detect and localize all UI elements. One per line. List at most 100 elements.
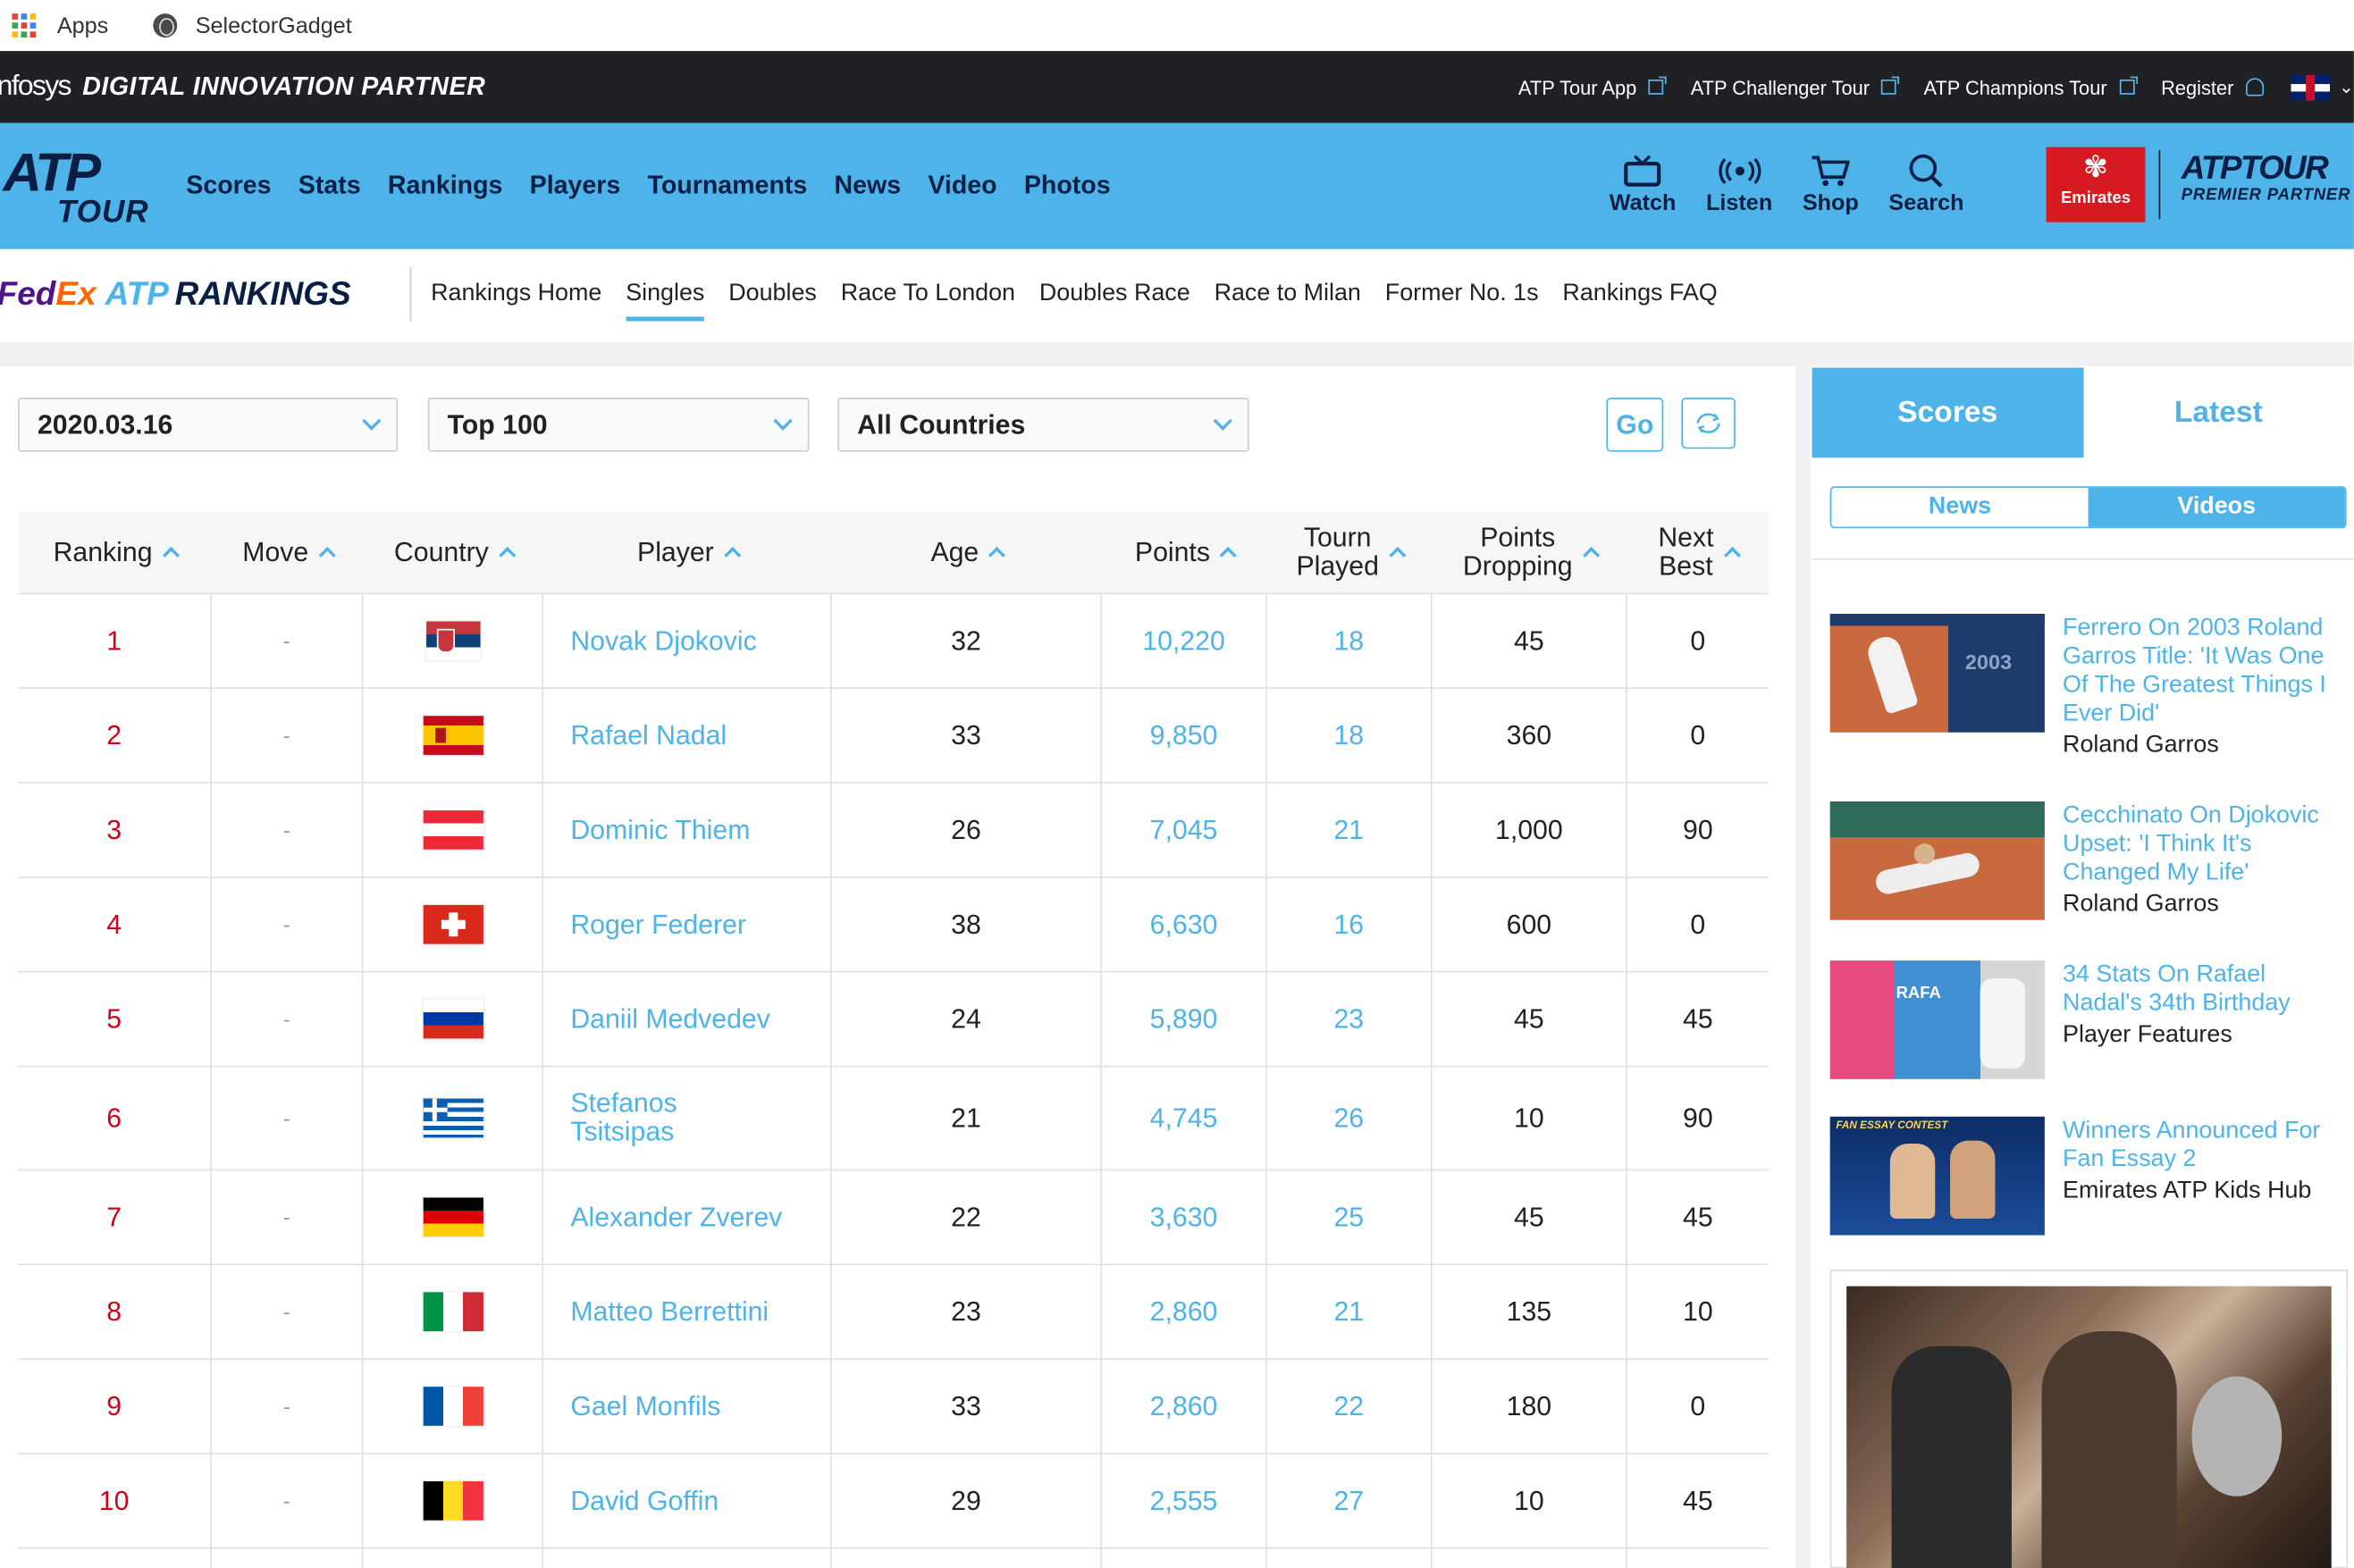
link-atp-tour-app[interactable]: ATP Tour App	[1518, 76, 1667, 98]
nav-video[interactable]: Video	[928, 171, 996, 201]
played-link[interactable]: 18	[1267, 594, 1433, 688]
subnav-doubles-race[interactable]: Doubles Race	[1039, 281, 1190, 307]
points-link[interactable]: 2,555	[1102, 1454, 1267, 1547]
fedex-atp-rankings-logo[interactable]: FedEx ATP RANKINGS	[0, 274, 351, 314]
played-link[interactable]: 26	[1267, 1067, 1433, 1170]
played-link[interactable]: 23	[1267, 972, 1433, 1066]
header-points-dropping[interactable]: Points Dropping	[1433, 512, 1627, 593]
nav-news[interactable]: News	[835, 171, 902, 201]
russia-flag-icon[interactable]	[422, 999, 483, 1039]
nav-rankings[interactable]: Rankings	[388, 171, 503, 201]
tab-scores[interactable]: Scores	[1812, 367, 2083, 458]
player-link[interactable]: Roger Federer	[543, 877, 832, 971]
subnav-rankings-home[interactable]: Rankings Home	[431, 281, 601, 307]
subnav-former-no1s[interactable]: Former No. 1s	[1385, 281, 1539, 307]
header-country[interactable]: Country	[364, 512, 544, 593]
video-thumbnail[interactable]	[1829, 801, 2045, 920]
italy-flag-icon[interactable]	[422, 1292, 483, 1331]
player-link[interactable]: Daniil Medvedev	[543, 972, 832, 1066]
subnav-doubles[interactable]: Doubles	[728, 281, 817, 307]
reset-button[interactable]	[1681, 398, 1736, 449]
country-select[interactable]: All Countries	[837, 398, 1249, 452]
points-link[interactable]: 9,850	[1102, 689, 1267, 783]
subnav-rankings-faq[interactable]: Rankings FAQ	[1562, 281, 1717, 307]
nav-scores[interactable]: Scores	[186, 171, 271, 201]
player-link[interactable]: Stefanos Tsitsipas	[543, 1067, 832, 1170]
player-link[interactable]: Rafael Nadal	[543, 689, 832, 783]
greece-flag-icon[interactable]	[422, 1098, 483, 1138]
shop-button[interactable]: Shop	[1803, 155, 1859, 249]
points-link[interactable]: 7,045	[1102, 783, 1267, 877]
points-link[interactable]: 5,890	[1102, 972, 1267, 1066]
bookmark-selectorgadget[interactable]: SelectorGadget	[153, 13, 352, 38]
player-link[interactable]: David Goffin	[543, 1454, 832, 1547]
points-link[interactable]: 3,630	[1102, 1170, 1267, 1264]
header-player[interactable]: Player	[543, 512, 832, 593]
player-link[interactable]: Gael Monfils	[543, 1359, 832, 1454]
video-title-link[interactable]: Ferrero On 2003 Roland Garros Title: 'It…	[2063, 614, 2341, 759]
points-link[interactable]: 2,860	[1102, 1265, 1267, 1359]
link-challenger-tour[interactable]: ATP Challenger Tour	[1691, 76, 1900, 98]
nav-stats[interactable]: Stats	[298, 171, 361, 201]
points-link[interactable]: 2,860	[1102, 1359, 1267, 1454]
video-thumbnail[interactable]: FAN ESSAY CONTEST	[1829, 1116, 2045, 1236]
bookmark-apps[interactable]: Apps	[12, 13, 108, 38]
subtab-news[interactable]: News	[1831, 487, 2089, 527]
player-link[interactable]: Novak Djokovic	[543, 594, 832, 688]
header-points[interactable]: Points	[1102, 512, 1267, 593]
played-link[interactable]: 21	[1267, 783, 1433, 877]
chevron-down-icon[interactable]: ⌄	[2339, 77, 2354, 98]
emirates-logo[interactable]: ✾ Emirates	[2046, 147, 2146, 222]
germany-flag-icon[interactable]	[422, 1197, 483, 1237]
played-link[interactable]: 16	[1267, 877, 1433, 971]
video-thumbnail[interactable]: RAFA	[1829, 960, 2045, 1079]
watch-button[interactable]: Watch	[1609, 155, 1677, 249]
nav-photos[interactable]: Photos	[1024, 171, 1111, 201]
register-link[interactable]: Register	[2161, 76, 2265, 98]
link-champions-tour[interactable]: ATP Champions Tour	[1923, 76, 2138, 98]
spain-flag-icon[interactable]	[422, 716, 483, 755]
austria-flag-icon[interactable]	[422, 810, 483, 850]
listen-button[interactable]: Listen	[1706, 155, 1772, 249]
nav-players[interactable]: Players	[530, 171, 621, 201]
search-button[interactable]: Search	[1888, 154, 1963, 249]
header-ranking[interactable]: Ranking	[18, 512, 212, 593]
header-age[interactable]: Age	[832, 512, 1102, 593]
video-title-link[interactable]: Winners Announced For Fan Essay 2 Emirat…	[2063, 1117, 2341, 1205]
header-next-best[interactable]: Next Best	[1627, 512, 1769, 593]
video-thumbnail[interactable]: 2003	[1829, 614, 2045, 733]
range-select[interactable]: Top 100	[427, 398, 810, 452]
uk-flag-icon[interactable]	[2291, 74, 2330, 100]
points-link[interactable]: 10,220	[1102, 594, 1267, 688]
subnav-singles[interactable]: Singles	[626, 281, 706, 322]
atp-tour-logo[interactable]: ATP TOUR	[3, 145, 153, 231]
points-link[interactable]: 4,745	[1102, 1067, 1267, 1170]
infosys-logo[interactable]: nfosys	[0, 71, 71, 104]
player-link[interactable]: Alexander Zverev	[543, 1170, 832, 1264]
played-link[interactable]: 22	[1267, 1359, 1433, 1454]
player-link[interactable]: Dominic Thiem	[543, 783, 832, 877]
played-link[interactable]: 18	[1267, 689, 1433, 783]
played-link[interactable]: 25	[1267, 1170, 1433, 1264]
promo-image[interactable]	[1829, 1270, 2349, 1568]
header-move[interactable]: Move	[212, 512, 364, 593]
player-link[interactable]: Matteo Berrettini	[543, 1265, 832, 1359]
serbia-flag-icon[interactable]	[425, 621, 480, 661]
video-title-link[interactable]: Cecchinato On Djokovic Upset: 'I Think I…	[2063, 801, 2341, 918]
header-tourn-played[interactable]: Tourn Played	[1267, 512, 1433, 593]
subnav-race-to-milan[interactable]: Race to Milan	[1215, 281, 1361, 307]
subtab-videos[interactable]: Videos	[2088, 487, 2345, 527]
points-link[interactable]: 6,630	[1102, 877, 1267, 971]
france-flag-icon[interactable]	[422, 1387, 483, 1426]
subnav-race-to-london[interactable]: Race To London	[841, 281, 1015, 307]
tab-latest[interactable]: Latest	[2082, 367, 2354, 458]
nav-tournaments[interactable]: Tournaments	[648, 171, 808, 201]
video-title-link[interactable]: 34 Stats On Rafael Nadal's 34th Birthday…	[2063, 960, 2341, 1049]
played-link[interactable]: 21	[1267, 1265, 1433, 1359]
go-button[interactable]: Go	[1606, 398, 1664, 452]
watch-label: Watch	[1609, 190, 1677, 216]
date-select[interactable]: 2020.03.16	[18, 398, 399, 452]
switzerland-flag-icon[interactable]	[422, 904, 483, 944]
played-link[interactable]: 27	[1267, 1454, 1433, 1547]
belgium-flag-icon[interactable]	[422, 1480, 483, 1521]
